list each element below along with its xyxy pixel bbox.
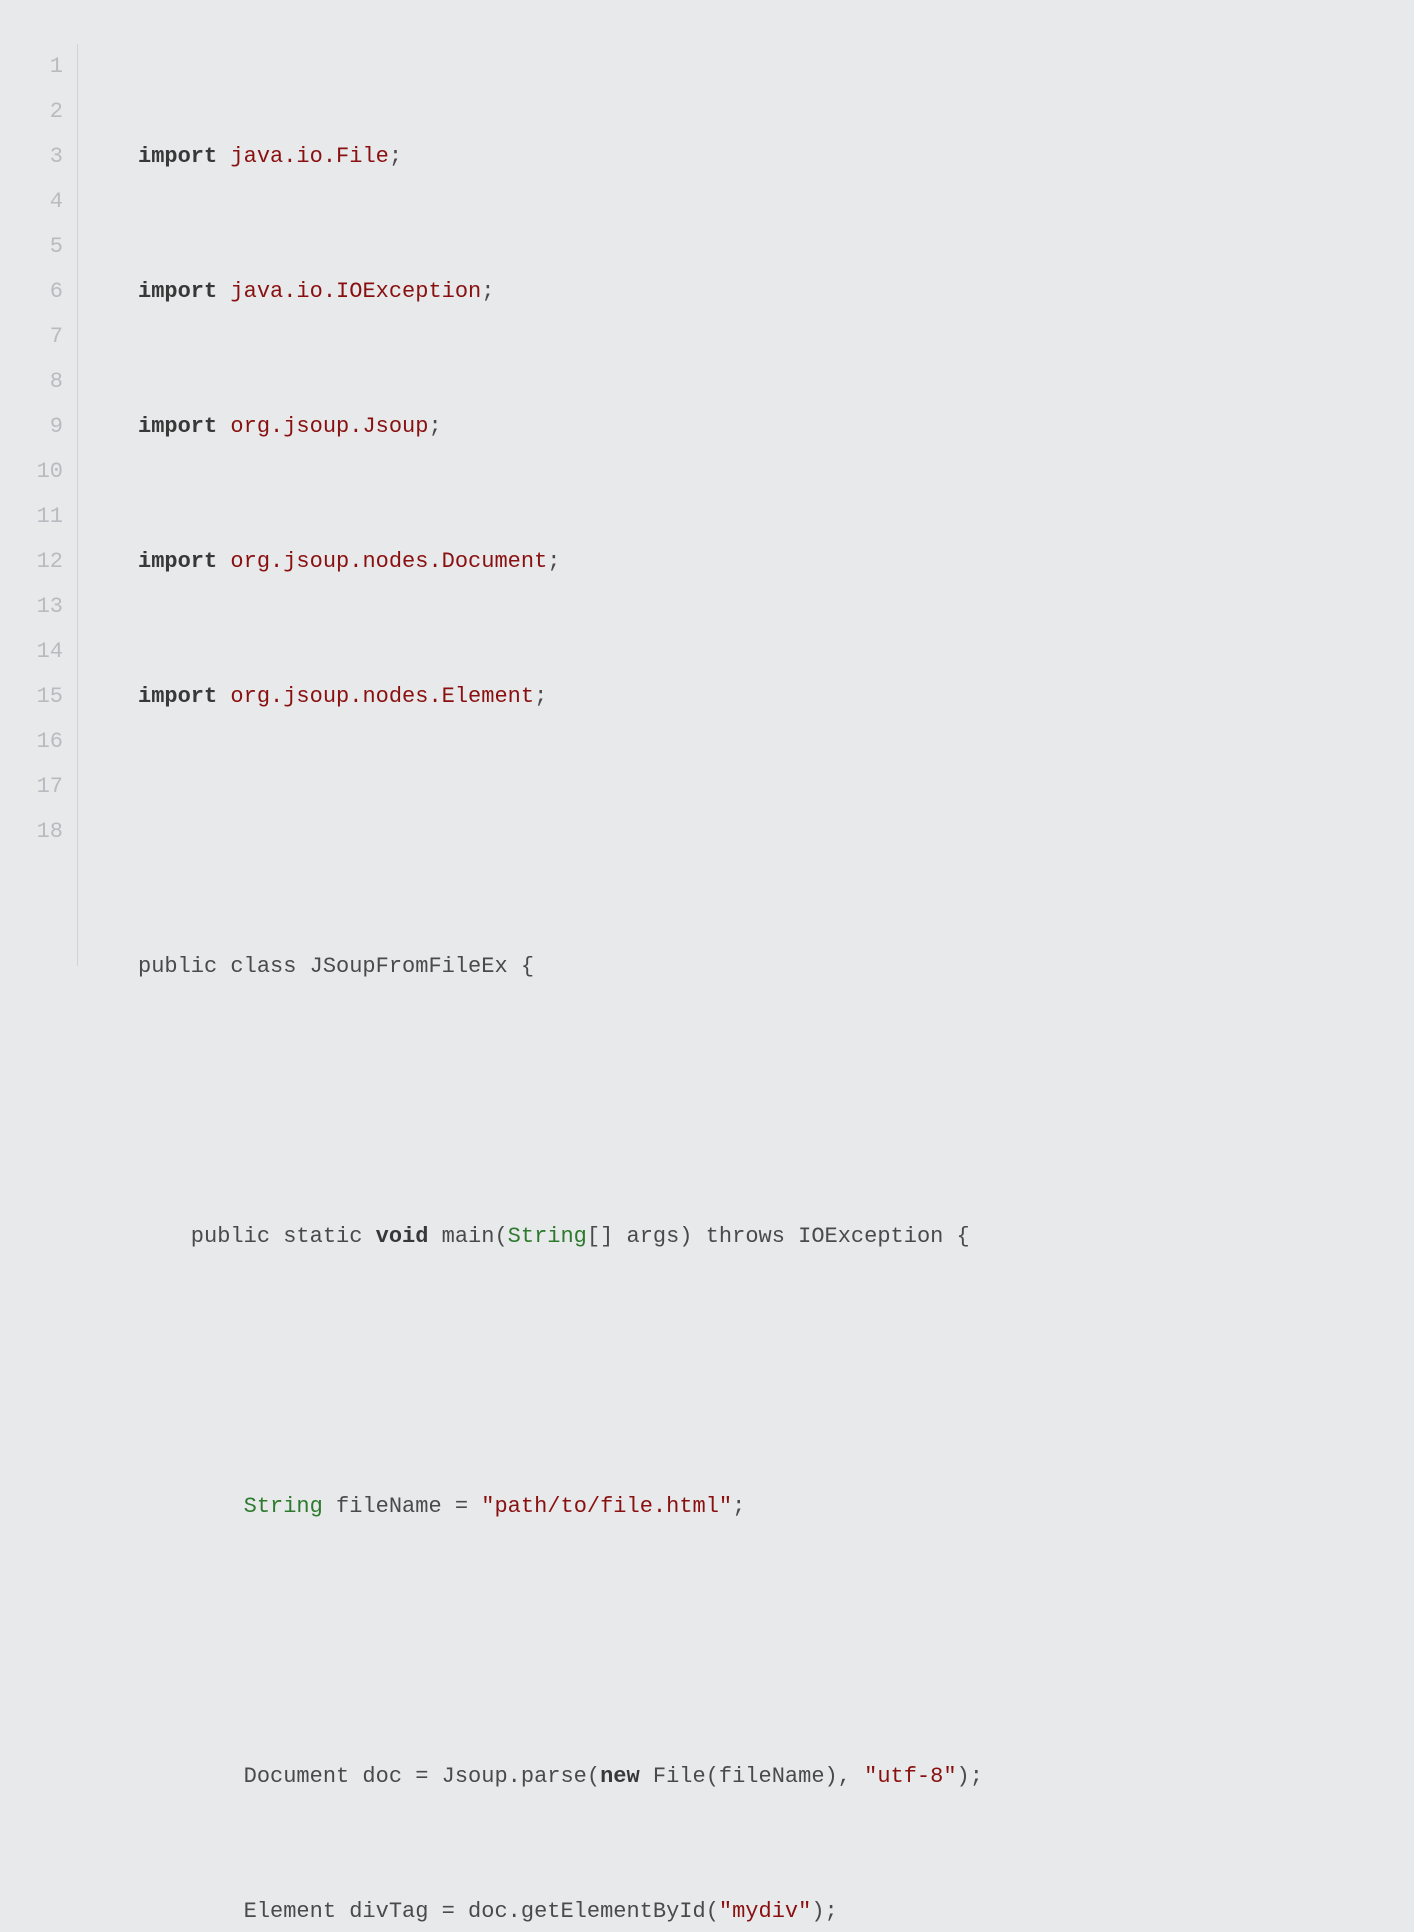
semicolon: ; <box>534 684 547 709</box>
code-text: main( <box>428 1224 507 1249</box>
type-string: String <box>508 1224 587 1249</box>
semicolon: ; <box>428 414 441 439</box>
line-number: 10 <box>0 449 63 494</box>
line-number: 12 <box>0 539 63 584</box>
keyword-import: import <box>138 279 217 304</box>
code-line: public class JSoupFromFileEx { <box>138 944 983 989</box>
semicolon: ; <box>481 279 494 304</box>
code-line: public static void main(String[] args) t… <box>138 1214 983 1259</box>
keyword-import: import <box>138 144 217 169</box>
line-number: 11 <box>0 494 63 539</box>
import-path: java.io.File <box>230 144 388 169</box>
line-number: 15 <box>0 674 63 719</box>
string-literal: "mydiv" <box>719 1899 811 1924</box>
line-number: 2 <box>0 89 63 134</box>
code-text: [] args) throws IOException { <box>587 1224 970 1249</box>
string-literal: "path/to/file.html" <box>481 1494 732 1519</box>
import-path: org.jsoup.Jsoup <box>230 414 428 439</box>
code-text: public static <box>138 1224 376 1249</box>
line-number: 6 <box>0 269 63 314</box>
class-declaration: public class JSoupFromFileEx { <box>138 954 534 979</box>
line-number: 14 <box>0 629 63 674</box>
keyword-import: import <box>138 414 217 439</box>
line-number: 7 <box>0 314 63 359</box>
line-number: 5 <box>0 224 63 269</box>
line-number: 1 <box>0 44 63 89</box>
keyword-new: new <box>600 1764 640 1789</box>
import-path: org.jsoup.nodes.Element <box>230 684 534 709</box>
code-text: File(fileName), <box>640 1764 864 1789</box>
code-line <box>138 1079 983 1124</box>
line-number: 18 <box>0 809 63 854</box>
code-line <box>138 1619 983 1664</box>
string-literal: "utf-8" <box>864 1764 956 1789</box>
line-number: 16 <box>0 719 63 764</box>
code-line: import org.jsoup.nodes.Element; <box>138 674 983 719</box>
code-line: Element divTag = doc.getElementById("myd… <box>138 1889 983 1932</box>
code-line <box>138 809 983 854</box>
line-number: 17 <box>0 764 63 809</box>
code-line: String fileName = "path/to/file.html"; <box>138 1484 983 1529</box>
semicolon: ; <box>389 144 402 169</box>
line-number: 9 <box>0 404 63 449</box>
semicolon: ; <box>732 1494 745 1519</box>
semicolon: ; <box>547 549 560 574</box>
code-line: import org.jsoup.nodes.Document; <box>138 539 983 584</box>
keyword-void: void <box>376 1224 429 1249</box>
keyword-import: import <box>138 684 217 709</box>
keyword-import: import <box>138 549 217 574</box>
code-line: import org.jsoup.Jsoup; <box>138 404 983 449</box>
line-number: 3 <box>0 134 63 179</box>
code-text <box>138 1494 244 1519</box>
import-path: java.io.IOException <box>230 279 481 304</box>
code-line: import java.io.IOException; <box>138 269 983 314</box>
line-number: 4 <box>0 179 63 224</box>
code-text: ); <box>811 1899 837 1924</box>
code-text: ); <box>957 1764 983 1789</box>
code-area[interactable]: import java.io.File; import java.io.IOEx… <box>78 44 983 966</box>
type-string: String <box>244 1494 323 1519</box>
code-text: fileName = <box>323 1494 481 1519</box>
code-line: Document doc = Jsoup.parse(new File(file… <box>138 1754 983 1799</box>
code-text: Document doc = Jsoup.parse( <box>138 1764 600 1789</box>
line-number: 8 <box>0 359 63 404</box>
code-line: import java.io.File; <box>138 134 983 179</box>
line-number-gutter: 1 2 3 4 5 6 7 8 9 10 11 12 13 14 15 16 1… <box>0 44 78 966</box>
import-path: org.jsoup.nodes.Document <box>230 549 547 574</box>
code-text: Element divTag = doc.getElementById( <box>138 1899 719 1924</box>
line-number: 13 <box>0 584 63 629</box>
code-line <box>138 1349 983 1394</box>
